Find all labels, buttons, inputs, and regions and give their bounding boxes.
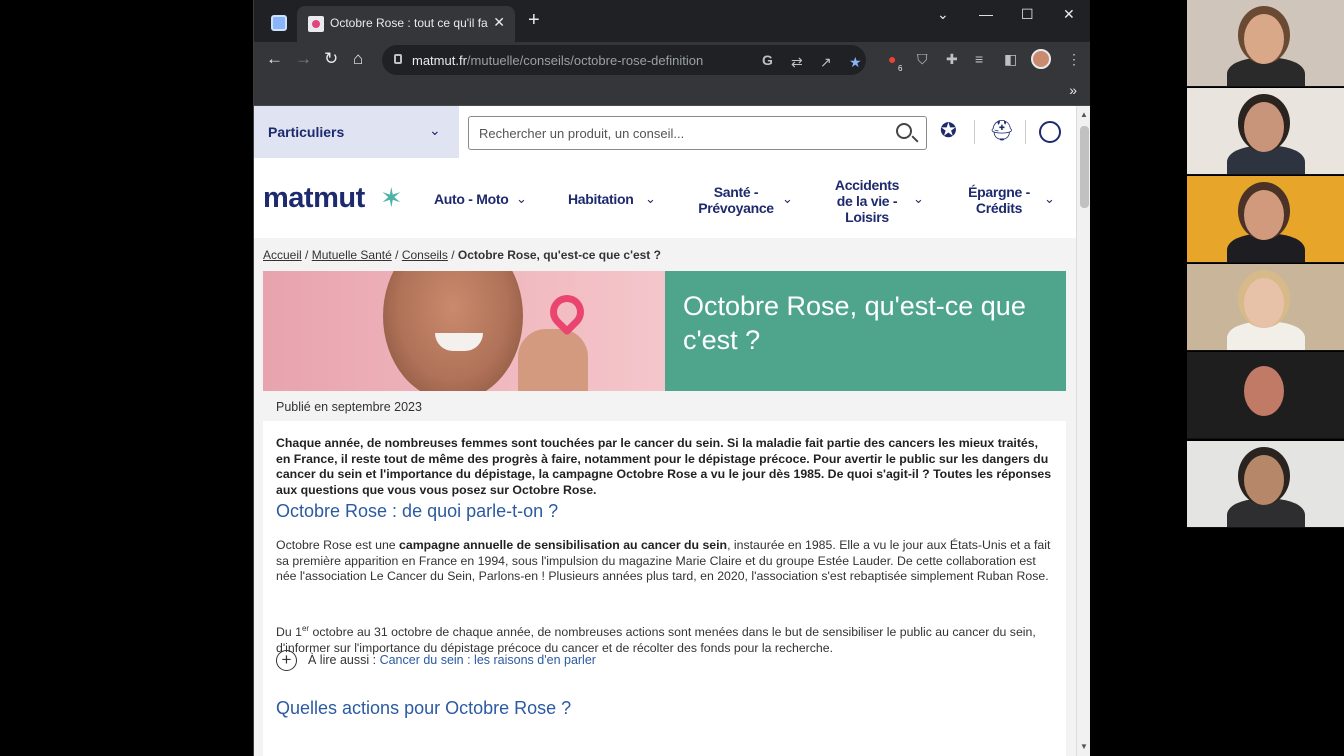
breadcrumb-conseils[interactable]: Conseils bbox=[402, 248, 448, 262]
home-icon[interactable]: ⌂ bbox=[353, 49, 363, 69]
forward-icon[interactable]: → bbox=[295, 49, 312, 69]
scroll-down-icon[interactable]: ▼ bbox=[1080, 742, 1088, 751]
participant-face bbox=[1244, 366, 1284, 416]
new-tab-button[interactable]: + bbox=[528, 10, 540, 30]
plus-circle-icon: + bbox=[276, 650, 297, 671]
divider bbox=[1025, 120, 1026, 144]
extension-badge: 6 bbox=[898, 64, 903, 73]
page-title: Octobre Rose, qu'est-ce que c'est ? bbox=[683, 291, 1026, 355]
participant-video-tile[interactable] bbox=[1187, 352, 1344, 439]
breadcrumb-accueil[interactable]: Accueil bbox=[263, 248, 302, 262]
browser-window: Octobre Rose : tout ce qu'il faut ✕ + ⌄ … bbox=[253, 0, 1090, 756]
main-navigation: matmut ✶ Auto - Moto ⌄ Habitation ⌄ Sant… bbox=[254, 158, 1076, 238]
participant-video-tile[interactable] bbox=[1187, 88, 1344, 175]
nav-habitation[interactable]: Habitation bbox=[568, 191, 634, 207]
divider bbox=[974, 120, 975, 144]
chevron-down-icon: ⌄ bbox=[1044, 191, 1055, 206]
reading-list-icon[interactable]: ≡ bbox=[975, 51, 983, 67]
chevron-down-icon: ⌄ bbox=[913, 191, 924, 206]
article-body: Publié en septembre 2023 Chaque année, d… bbox=[263, 391, 1066, 756]
site-search-input[interactable]: Rechercher un produit, un conseil... bbox=[468, 116, 927, 150]
share-icon[interactable]: ↗ bbox=[820, 54, 832, 70]
published-bar: Publié en septembre 2023 bbox=[263, 391, 1066, 421]
read-also-link[interactable]: Cancer du sein : les raisons d'en parler bbox=[380, 653, 596, 667]
translate-icon[interactable]: ⇄ bbox=[791, 54, 803, 70]
active-tab[interactable]: Octobre Rose : tout ce qu'il faut ✕ bbox=[297, 6, 515, 42]
tab-title: Octobre Rose : tout ce qu'il faut bbox=[330, 16, 488, 30]
google-lens-icon[interactable]: G bbox=[762, 52, 773, 68]
lock-icon[interactable] bbox=[394, 54, 402, 64]
section-heading-1: Octobre Rose : de quoi parle-t-on ? bbox=[276, 501, 559, 521]
browser-toolbar: ← → ↻ ⌂ matmut.fr/mutuelle/conseils/octo… bbox=[254, 42, 1090, 78]
published-date: Publié en septembre 2023 bbox=[276, 400, 422, 414]
segment-selector[interactable]: Particuliers ⌄ bbox=[254, 106, 459, 158]
chevron-down-icon: ⌄ bbox=[782, 191, 793, 206]
nav-sante-prevoyance[interactable]: Santé - Prévoyance bbox=[692, 184, 780, 216]
extension-red-icon[interactable]: ● bbox=[888, 51, 896, 67]
shield-extension-icon[interactable]: ⛉ bbox=[917, 51, 928, 67]
tab-close-icon[interactable]: ✕ bbox=[493, 14, 505, 31]
tab-search-icon[interactable] bbox=[271, 15, 287, 31]
tab-strip: Octobre Rose : tout ce qu'il faut ✕ + ⌄ … bbox=[254, 0, 1090, 42]
nav-accidents-vie-loisirs[interactable]: Accidents de la vie - Loisirs bbox=[824, 177, 910, 225]
favorites-star-icon[interactable]: ✪ bbox=[940, 120, 957, 142]
url-text[interactable]: matmut.fr/mutuelle/conseils/octobre-rose… bbox=[412, 53, 703, 68]
bookmarks-overflow-icon[interactable]: » bbox=[1069, 82, 1077, 98]
breadcrumb-mutuelle-sante[interactable]: Mutuelle Santé bbox=[312, 248, 392, 262]
paragraph-2: Du 1er octobre au 31 octobre de chaque a… bbox=[276, 624, 1036, 655]
scrollbar-thumb[interactable] bbox=[1080, 126, 1089, 208]
bookmark-star-icon[interactable]: ★ bbox=[849, 54, 862, 70]
participant-video-tile[interactable] bbox=[1187, 0, 1344, 87]
maximize-button[interactable]: ☐ bbox=[1021, 6, 1034, 23]
reload-icon[interactable]: ↻ bbox=[324, 49, 338, 69]
participant-face bbox=[1244, 102, 1284, 152]
woman-face-shape bbox=[383, 271, 523, 391]
advisor-icon[interactable]: ⛑ bbox=[989, 120, 1014, 142]
chevron-down-icon: ⌄ bbox=[429, 122, 441, 138]
participant-face bbox=[1244, 278, 1284, 328]
site-topbar: Particuliers ⌄ Rechercher un produit, un… bbox=[254, 106, 1076, 158]
breadcrumb-current: Octobre Rose, qu'est-ce que c'est ? bbox=[457, 248, 661, 262]
close-window-button[interactable]: ✕ bbox=[1063, 6, 1075, 23]
hero-banner: Octobre Rose, qu'est-ce que c'est ? bbox=[263, 271, 1066, 391]
matmut-logo[interactable]: matmut bbox=[263, 182, 365, 215]
participant-video-tile[interactable] bbox=[1187, 441, 1344, 528]
back-icon[interactable]: ← bbox=[266, 49, 283, 69]
read-also-label: À lire aussi : bbox=[308, 653, 380, 667]
minimize-button[interactable]: — bbox=[979, 6, 993, 22]
hero-image bbox=[263, 271, 665, 391]
hero-title-box: Octobre Rose, qu'est-ce que c'est ? bbox=[665, 271, 1066, 391]
hand-shape bbox=[518, 329, 588, 391]
search-placeholder: Rechercher un produit, un conseil... bbox=[479, 126, 685, 141]
logo-star-icon: ✶ bbox=[380, 183, 403, 213]
bookmarks-bar: » bbox=[254, 78, 1090, 106]
nav-auto-moto[interactable]: Auto - Moto bbox=[434, 191, 509, 207]
page-viewport: Particuliers ⌄ Rechercher un produit, un… bbox=[254, 106, 1076, 756]
matmut-favicon-icon bbox=[308, 16, 324, 32]
extensions-puzzle-icon[interactable]: ✚ bbox=[946, 51, 958, 67]
breadcrumb: Accueil / Mutuelle Santé / Conseils / Oc… bbox=[263, 248, 661, 262]
menu-kebab-icon[interactable]: ⋮ bbox=[1067, 51, 1081, 67]
profile-avatar-icon[interactable] bbox=[1031, 49, 1051, 69]
participant-video-tile[interactable] bbox=[1187, 176, 1344, 263]
scroll-up-icon[interactable]: ▲ bbox=[1080, 110, 1088, 119]
participant-face bbox=[1244, 14, 1284, 64]
nav-epargne-credits[interactable]: Épargne - Crédits bbox=[956, 184, 1042, 216]
chevron-down-icon: ⌄ bbox=[516, 191, 527, 206]
chevron-down-icon: ⌄ bbox=[645, 191, 656, 206]
segment-label: Particuliers bbox=[268, 124, 345, 140]
section-heading-2: Quelles actions pour Octobre Rose ? bbox=[276, 698, 572, 718]
address-bar[interactable]: matmut.fr/mutuelle/conseils/octobre-rose… bbox=[382, 45, 866, 75]
participant-face bbox=[1244, 190, 1284, 240]
participant-video-tile[interactable] bbox=[1187, 264, 1344, 351]
tab-search-dropdown-icon[interactable]: ⌄ bbox=[937, 6, 949, 23]
account-icon[interactable] bbox=[1039, 121, 1061, 143]
article-intro: Chaque année, de nombreuses femmes sont … bbox=[276, 436, 1052, 497]
page-scrollbar[interactable]: ▲ ▼ bbox=[1076, 106, 1090, 756]
paragraph-1: Octobre Rose est une campagne annuelle d… bbox=[276, 538, 1051, 583]
search-icon[interactable] bbox=[896, 123, 912, 139]
side-panel-icon[interactable]: ◧ bbox=[1004, 51, 1017, 67]
participant-face bbox=[1244, 455, 1284, 505]
